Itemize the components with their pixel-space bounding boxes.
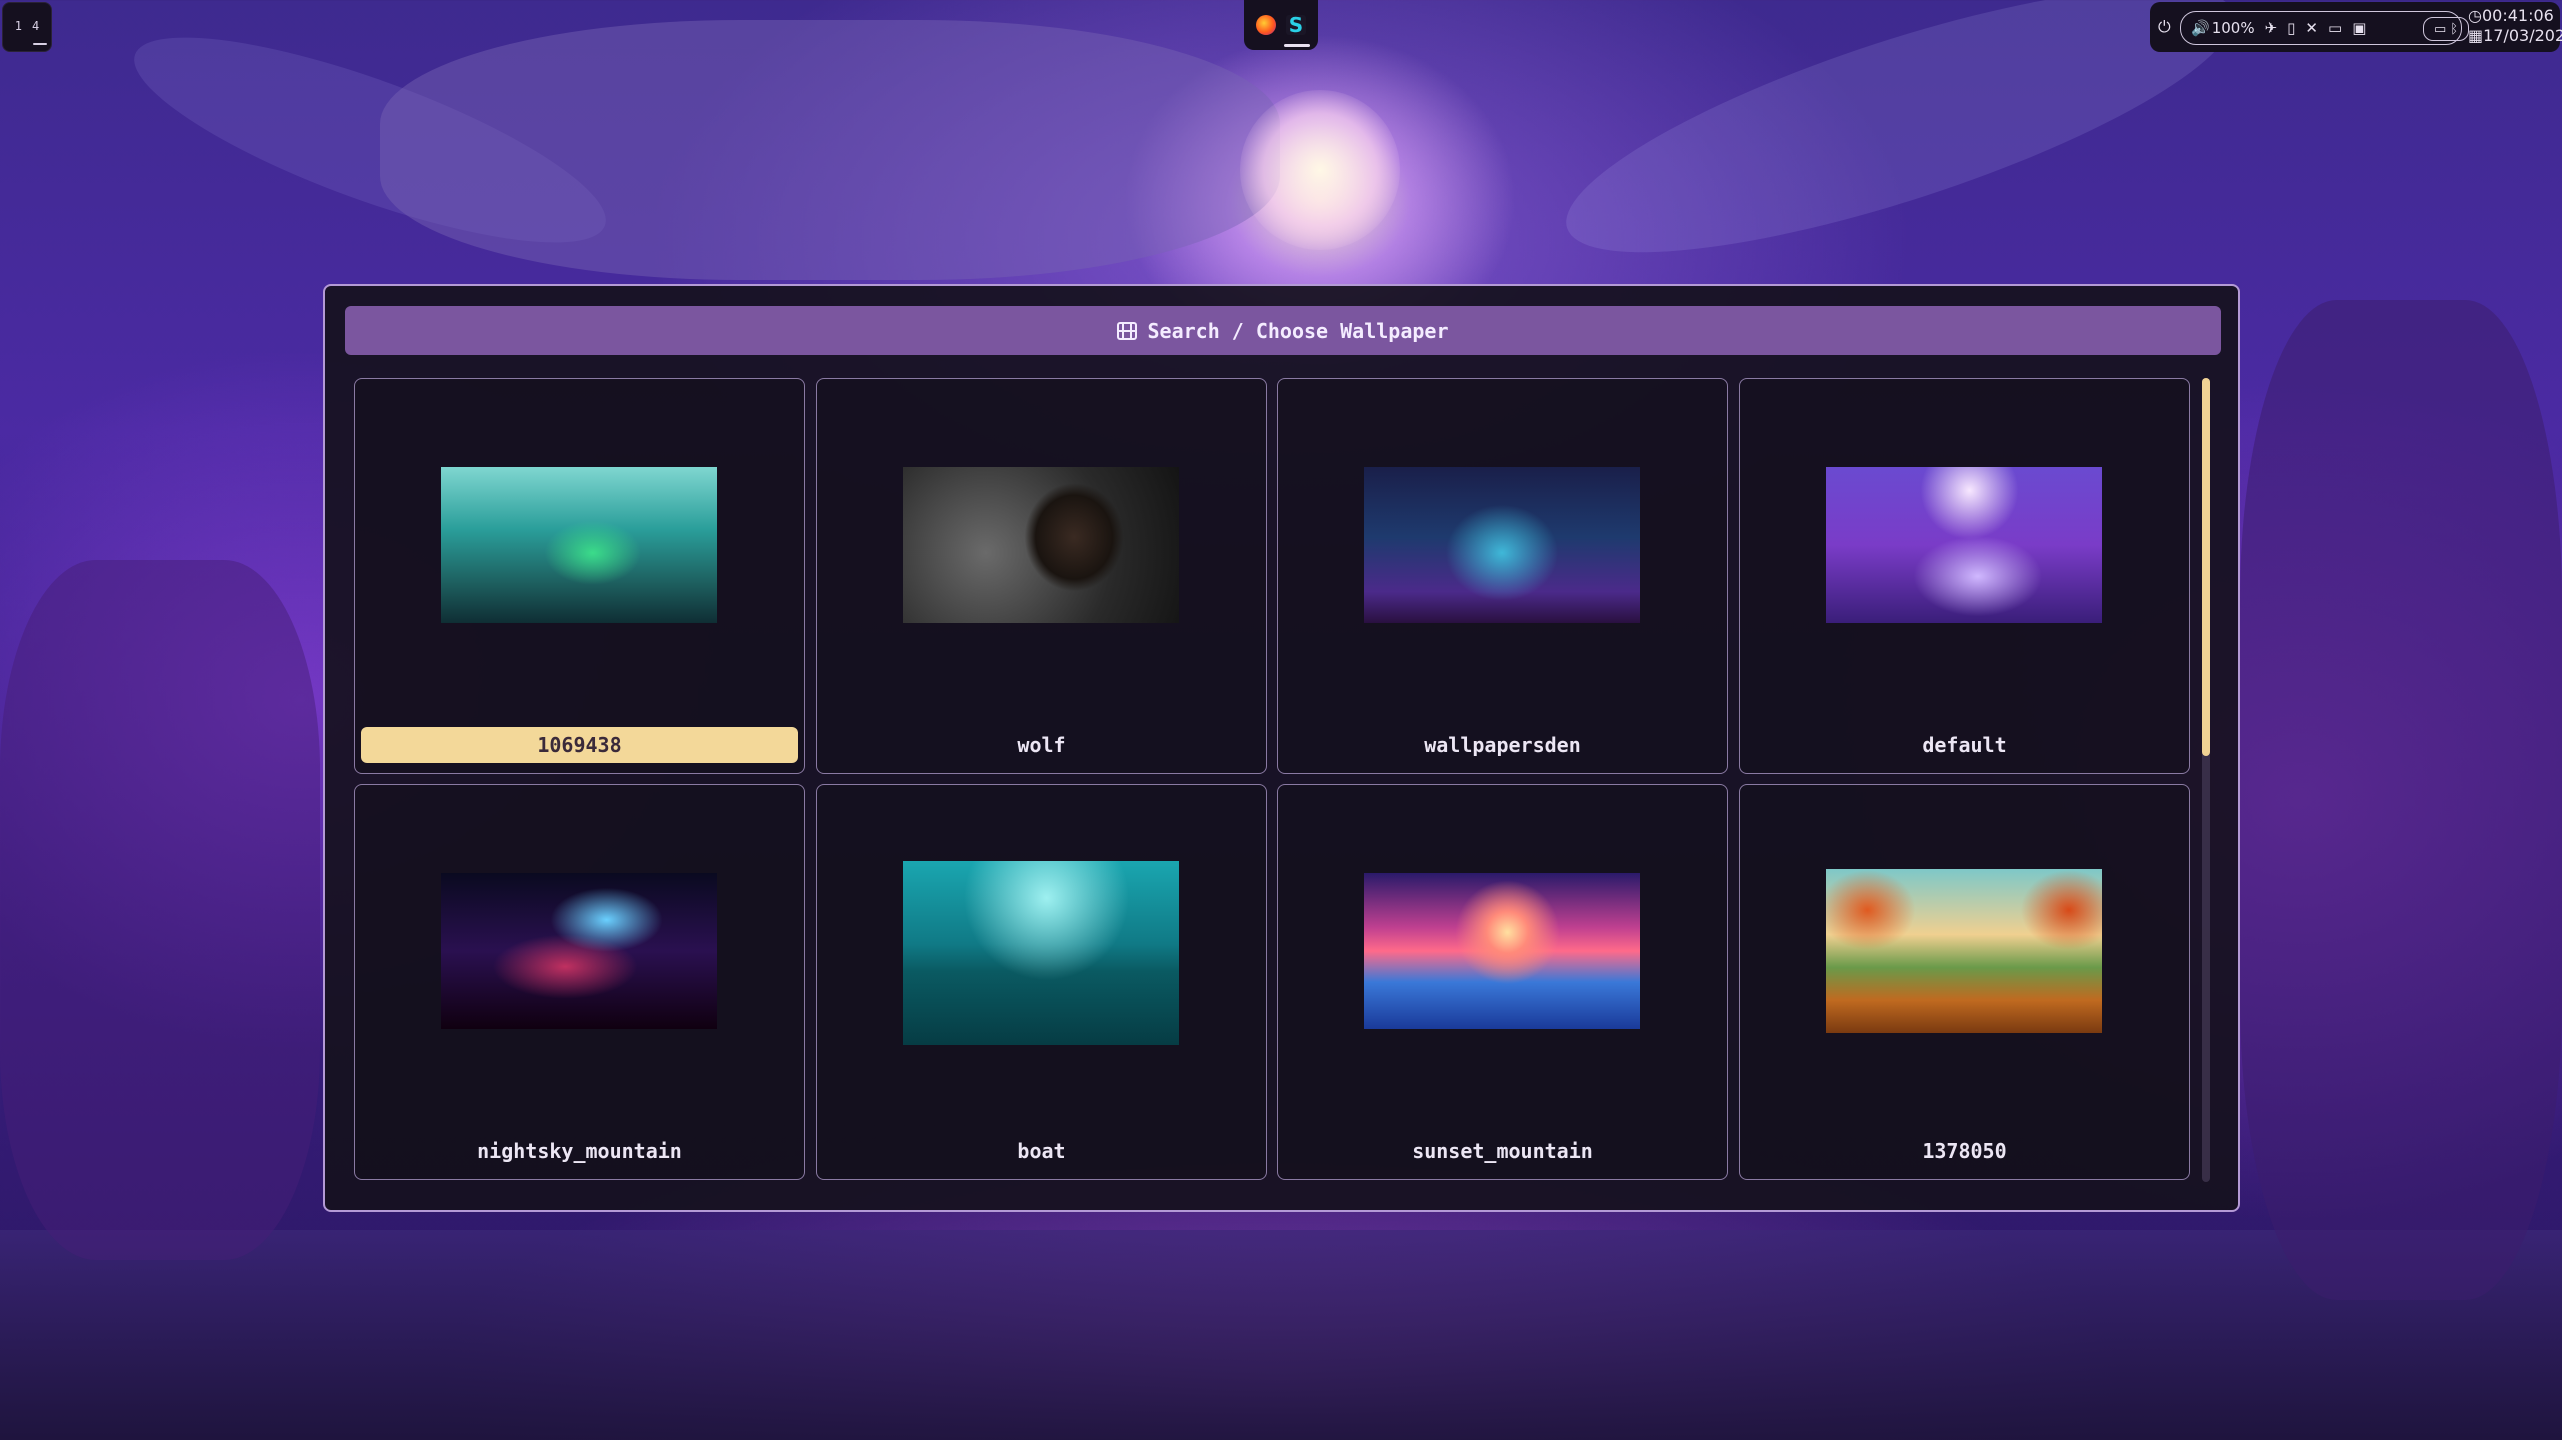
wallpaper-label: 1378050 xyxy=(1922,1139,2007,1163)
wallpaper-thumbnail xyxy=(1826,467,2102,623)
display-icon[interactable]: ▣ xyxy=(2352,19,2366,37)
bluetooth-toggle[interactable]: ▭ ᛒ xyxy=(2423,17,2469,41)
dialog-title: Search / Choose Wallpaper xyxy=(1147,318,1449,343)
time-text: 00:41:06 xyxy=(2481,6,2554,25)
wallpaper-card-default[interactable]: default xyxy=(1739,378,2190,774)
clipboard-icon[interactable]: ▭ xyxy=(2328,19,2342,37)
taskbar-apps: S xyxy=(1244,0,1318,50)
workspace-indicator[interactable]: 1 4 xyxy=(2,2,52,52)
background-ground xyxy=(0,1230,2562,1440)
background-moon xyxy=(1240,90,1400,250)
system-tray: ⏻ 🔊 100% ✈ ▯ ✕ ▭ ▣ ▭ ᛒ ◷00:41:06 ▦17/03/… xyxy=(2150,2,2562,52)
airplane-icon[interactable]: ✈ xyxy=(2265,19,2278,37)
volume-icon[interactable]: 🔊 xyxy=(2191,19,2210,37)
monitor-icon: ▭ xyxy=(2433,21,2447,37)
wallpaper-label: wolf xyxy=(1017,733,1066,757)
wallpaper-thumbnail xyxy=(1826,869,2102,1033)
wallpaper-label: sunset_mountain xyxy=(1412,1139,1593,1163)
wallpaper-card-1378050[interactable]: 1378050 xyxy=(1739,784,2190,1180)
date-text: 17/03/2025 xyxy=(2483,26,2562,45)
film-icon xyxy=(1117,321,1138,340)
wallpaper-label: boat xyxy=(1017,1139,1066,1163)
wallpaper-card-boat[interactable]: boat xyxy=(816,784,1267,1180)
wallpaper-card-nightsky_mountain[interactable]: nightsky_mountain xyxy=(354,784,805,1180)
background-tree-left xyxy=(0,560,320,1260)
workspace-4[interactable]: 4 xyxy=(32,19,39,33)
wallpaper-card-1069438[interactable]: 1069438 xyxy=(354,378,805,774)
wallpaper-label: 1069438 xyxy=(361,727,798,763)
wallpaper-thumbnail xyxy=(1364,467,1640,623)
background-tree-right xyxy=(2240,300,2562,1300)
wallpaper-thumbnail xyxy=(903,467,1179,623)
search-bar[interactable]: Search / Choose Wallpaper xyxy=(345,306,2221,355)
wallpaper-thumbnail xyxy=(441,467,717,623)
wallpaper-thumbnail xyxy=(441,873,717,1029)
workspace-active-marker xyxy=(33,43,47,45)
wallpaper-thumbnail xyxy=(1364,873,1640,1029)
clock[interactable]: ◷00:41:06 ▦17/03/2025 xyxy=(2468,6,2562,46)
wallpaper-card-wolf[interactable]: wolf xyxy=(816,378,1267,774)
notifications-off-icon[interactable]: ✕ xyxy=(2305,19,2318,37)
document-icon[interactable]: ▯ xyxy=(2287,19,2295,37)
wallpaper-dialog: Search / Choose Wallpaper 1069438 wolf w… xyxy=(323,284,2240,1212)
bluetooth-icon: ᛒ xyxy=(2450,21,2459,37)
firefox-icon[interactable] xyxy=(1256,15,1276,35)
wallpaper-thumbnail xyxy=(903,861,1179,1045)
background-rock xyxy=(380,20,1280,280)
wallpaper-label: default xyxy=(1922,733,2007,757)
clock-icon: ◷ xyxy=(2468,6,2482,25)
scrollbar[interactable] xyxy=(2202,378,2210,1182)
status-pill: 🔊 100% ✈ ▯ ✕ ▭ ▣ ▭ ᛒ xyxy=(2180,11,2469,45)
active-app-marker xyxy=(1284,44,1310,47)
workspace-1[interactable]: 1 xyxy=(15,19,22,33)
wallpaper-card-wallpapersden[interactable]: wallpapersden xyxy=(1277,378,1728,774)
wallpaper-label: wallpapersden xyxy=(1424,733,1581,757)
power-icon[interactable]: ⏻ xyxy=(2158,17,2171,37)
scrollbar-thumb[interactable] xyxy=(2202,378,2210,756)
app-s-icon[interactable]: S xyxy=(1286,13,1306,37)
volume-level: 100% xyxy=(2211,19,2255,37)
calendar-icon: ▦ xyxy=(2468,26,2484,45)
wallpaper-card-sunset_mountain[interactable]: sunset_mountain xyxy=(1277,784,1728,1180)
wallpaper-label: nightsky_mountain xyxy=(477,1139,682,1163)
